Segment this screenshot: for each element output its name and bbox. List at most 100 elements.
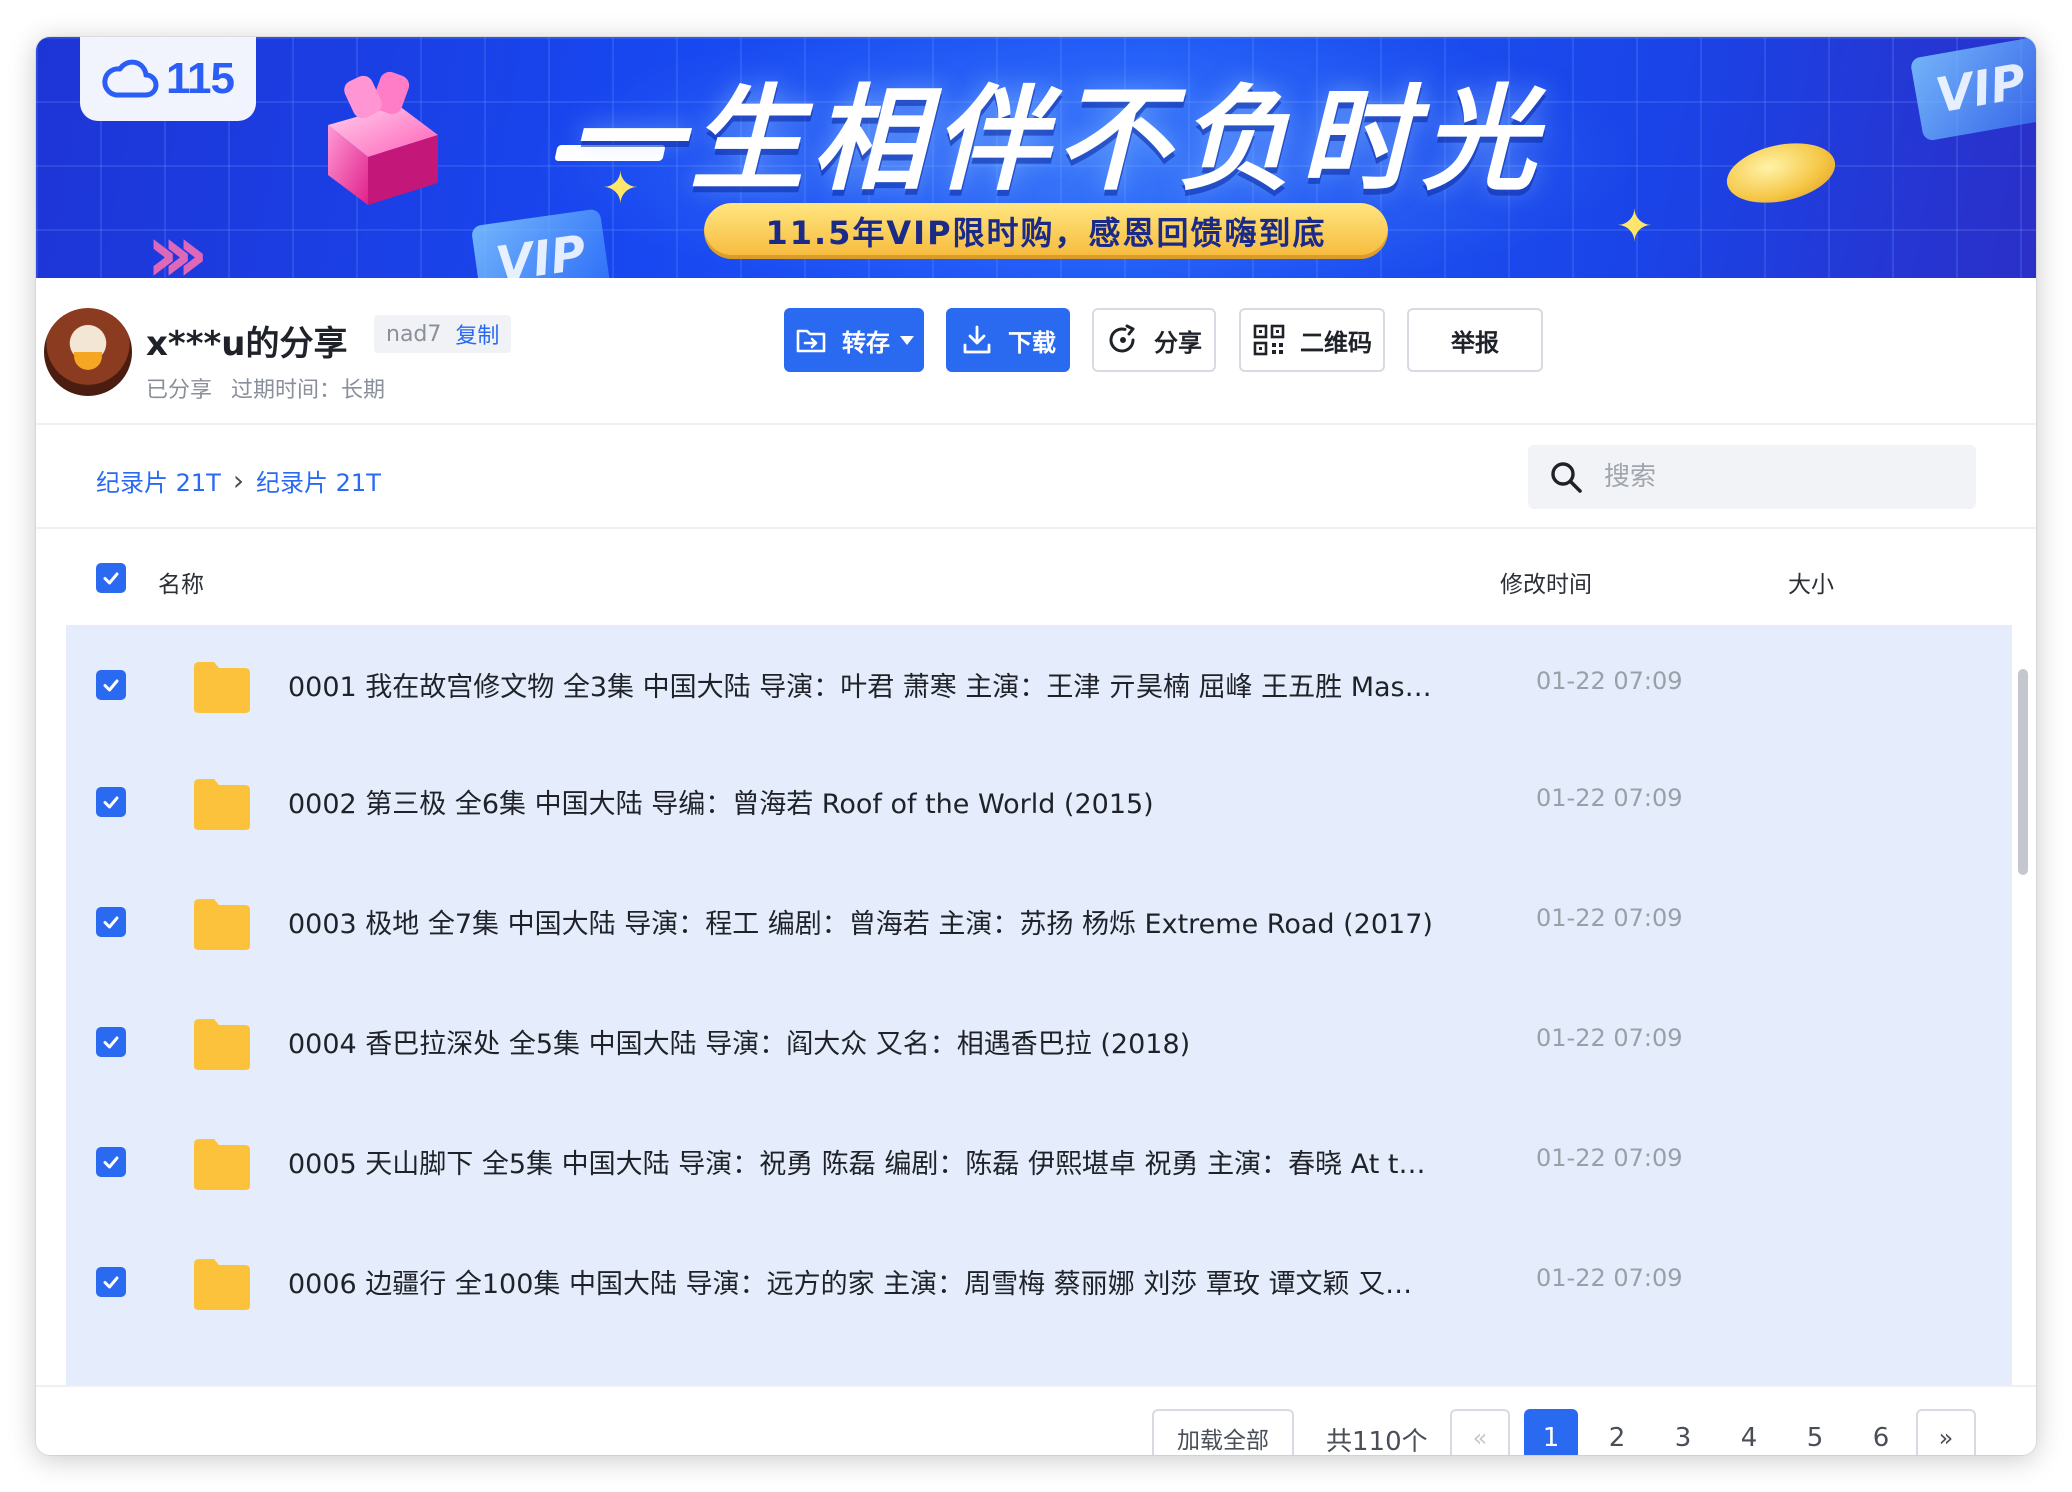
page-1-button[interactable]: 1 — [1524, 1409, 1578, 1455]
page-3-button[interactable]: 3 — [1656, 1409, 1710, 1455]
file-modified-time: 01-22 07:09 — [1536, 1144, 1683, 1172]
search-input[interactable] — [1604, 462, 1944, 492]
chevron-down-icon — [900, 335, 914, 345]
page-6-button[interactable]: 6 — [1854, 1409, 1908, 1455]
share-header: x***u的分享 nad7 复制 已分享 过期时间：长期 转存 下载 分享 二维… — [36, 278, 2036, 425]
table-row[interactable]: 0001 我在故宫修文物 全3集 中国大陆 导演：叶君 萧寒 主演：王津 亓昊楠… — [66, 625, 2012, 745]
logo-text: 115 — [166, 54, 235, 103]
breadcrumb-bar: 纪录片 21T › 纪录片 21T — [36, 425, 2036, 529]
qrcode-button[interactable]: 二维码 — [1239, 308, 1385, 372]
page-2-button[interactable]: 2 — [1590, 1409, 1644, 1455]
logo[interactable]: 115 — [80, 37, 256, 121]
folder-transfer-icon — [796, 329, 826, 353]
file-modified-time: 01-22 07:09 — [1536, 667, 1683, 695]
share-meta: 已分享 过期时间：长期 — [146, 372, 397, 404]
download-button[interactable]: 下载 — [946, 308, 1070, 372]
app-window: 115 ››› VIP VIP 一生相伴不负时光 11.5年VIP限时购，感恩回… — [36, 37, 2036, 1455]
page-5-button[interactable]: 5 — [1788, 1409, 1842, 1455]
table-header: 名称 修改时间 大小 — [36, 529, 2036, 625]
row-checkbox[interactable] — [96, 670, 126, 700]
share-title: x***u的分享 — [146, 324, 348, 364]
share-icon — [1109, 324, 1135, 353]
qrcode-icon — [1253, 324, 1285, 356]
file-modified-time: 01-22 07:09 — [1536, 784, 1683, 812]
page-4-button[interactable]: 4 — [1722, 1409, 1776, 1455]
table-row[interactable]: 0003 极地 全7集 中国大陆 导演：程工 编剧：曾海若 主演：苏扬 杨烁 E… — [66, 862, 2012, 982]
column-header-size[interactable]: 大小 — [1788, 565, 1834, 599]
gift-box-icon — [328, 71, 438, 205]
share-code-tag: nad7 复制 — [374, 315, 512, 353]
search-icon — [1551, 462, 1582, 493]
promo-banner[interactable]: 115 ››› VIP VIP 一生相伴不负时光 11.5年VIP限时购，感恩回… — [36, 37, 2036, 278]
report-button-label: 举报 — [1451, 328, 1499, 357]
folder-icon — [194, 899, 250, 950]
checkbox-checked-icon — [103, 1276, 119, 1289]
sparkle-icon-right: ✦ — [1616, 201, 1653, 252]
next-page-button[interactable]: » — [1916, 1409, 1976, 1455]
file-name[interactable]: 0005 天山脚下 全5集 中国大陆 导演：祝勇 陈磊 编剧：陈磊 伊熙堪卓 祝… — [288, 1142, 1438, 1181]
banner-headline: 一生相伴不负时光 — [567, 73, 1544, 206]
file-name[interactable]: 0001 我在故宫修文物 全3集 中国大陆 导演：叶君 萧寒 主演：王津 亓昊楠… — [288, 665, 1438, 704]
copy-code-link[interactable]: 复制 — [455, 318, 499, 350]
table-row[interactable]: 0004 香巴拉深处 全5集 中国大陆 导演：阎大众 又名：相遇香巴拉 (201… — [66, 982, 2012, 1102]
select-all-checkbox[interactable] — [96, 563, 126, 593]
row-checkbox[interactable] — [96, 1147, 126, 1177]
share-status: 已分享 — [146, 378, 213, 403]
file-name[interactable]: 0004 香巴拉深处 全5集 中国大陆 导演：阎大众 又名：相遇香巴拉 (201… — [288, 1022, 1438, 1061]
checkbox-checked-icon — [103, 1156, 119, 1169]
row-checkbox[interactable] — [96, 1267, 126, 1297]
breadcrumb-item-current[interactable]: 纪录片 21T — [256, 463, 381, 498]
folder-icon — [194, 1019, 250, 1070]
chevron-decoration-icon: ››› — [146, 207, 209, 278]
row-checkbox[interactable] — [96, 907, 126, 937]
save-button-label: 转存 — [842, 328, 890, 357]
search-box[interactable] — [1528, 445, 1976, 509]
checkbox-checked-icon — [103, 1036, 119, 1049]
file-name[interactable]: 0002 第三极 全6集 中国大陆 导编：曾海若 Roof of the Wor… — [288, 782, 1438, 821]
chevron-right-icon: › — [232, 464, 245, 497]
folder-icon — [194, 662, 250, 713]
share-button-label: 分享 — [1154, 328, 1202, 357]
banner-subline: 11.5年VIP限时购，感恩回馈嗨到底 — [704, 203, 1388, 259]
report-button[interactable]: 举报 — [1407, 308, 1543, 372]
save-to-cloud-button[interactable]: 转存 — [784, 308, 924, 372]
breadcrumb-item-root[interactable]: 纪录片 21T — [96, 463, 221, 498]
table-row[interactable]: 0006 边疆行 全100集 中国大陆 导演：远方的家 主演：周雪梅 蔡丽娜 刘… — [66, 1222, 2012, 1342]
table-row[interactable]: 0002 第三极 全6集 中国大陆 导编：曾海若 Roof of the Wor… — [66, 742, 2012, 862]
scrollbar-thumb[interactable] — [2018, 669, 2028, 875]
file-modified-time: 01-22 07:09 — [1536, 1024, 1683, 1052]
column-header-time[interactable]: 修改时间 — [1500, 565, 1592, 599]
vip-card-text: VIP — [492, 224, 590, 278]
download-icon — [963, 325, 991, 354]
column-header-name[interactable]: 名称 — [158, 565, 204, 599]
file-name[interactable]: 0006 边疆行 全100集 中国大陆 导演：远方的家 主演：周雪梅 蔡丽娜 刘… — [288, 1262, 1438, 1301]
prev-page-button[interactable]: « — [1450, 1409, 1510, 1455]
breadcrumb: 纪录片 21T › 纪录片 21T — [96, 463, 381, 498]
checkbox-checked-icon — [103, 916, 119, 929]
cloud-icon — [102, 59, 159, 98]
checkbox-checked-icon — [103, 679, 119, 692]
checkbox-checked-icon — [103, 796, 119, 809]
table-row[interactable]: 0005 天山脚下 全5集 中国大陆 导演：祝勇 陈磊 编剧：陈磊 伊熙堪卓 祝… — [66, 1102, 2012, 1222]
scrollbar[interactable] — [2014, 629, 2030, 1385]
qrcode-button-label: 二维码 — [1300, 328, 1372, 357]
row-checkbox[interactable] — [96, 787, 126, 817]
download-button-label: 下载 — [1008, 328, 1056, 357]
folder-icon — [194, 1139, 250, 1190]
file-modified-time: 01-22 07:09 — [1536, 904, 1683, 932]
row-checkbox[interactable] — [96, 1027, 126, 1057]
folder-icon — [194, 779, 250, 830]
avatar[interactable] — [44, 308, 132, 396]
load-all-button[interactable]: 加载全部 — [1152, 1409, 1294, 1455]
total-count: 共110个 — [1326, 1427, 1428, 1455]
vip-card-text-right: VIP — [1931, 53, 2031, 125]
folder-icon — [194, 1259, 250, 1310]
file-modified-time: 01-22 07:09 — [1536, 1264, 1683, 1292]
pagination-bar: 加载全部 共110个 « 1 2 3 4 5 6 » — [36, 1385, 2036, 1455]
sparkle-icon: ✦ — [602, 163, 639, 214]
file-list: 0001 我在故宫修文物 全3集 中国大陆 导演：叶君 萧寒 主演：王津 亓昊楠… — [66, 625, 2012, 1385]
share-expiry: 过期时间：长期 — [231, 378, 386, 403]
share-code: nad7 — [386, 321, 442, 347]
file-name[interactable]: 0003 极地 全7集 中国大陆 导演：程工 编剧：曾海若 主演：苏扬 杨烁 E… — [288, 902, 1438, 941]
share-button[interactable]: 分享 — [1092, 308, 1216, 372]
